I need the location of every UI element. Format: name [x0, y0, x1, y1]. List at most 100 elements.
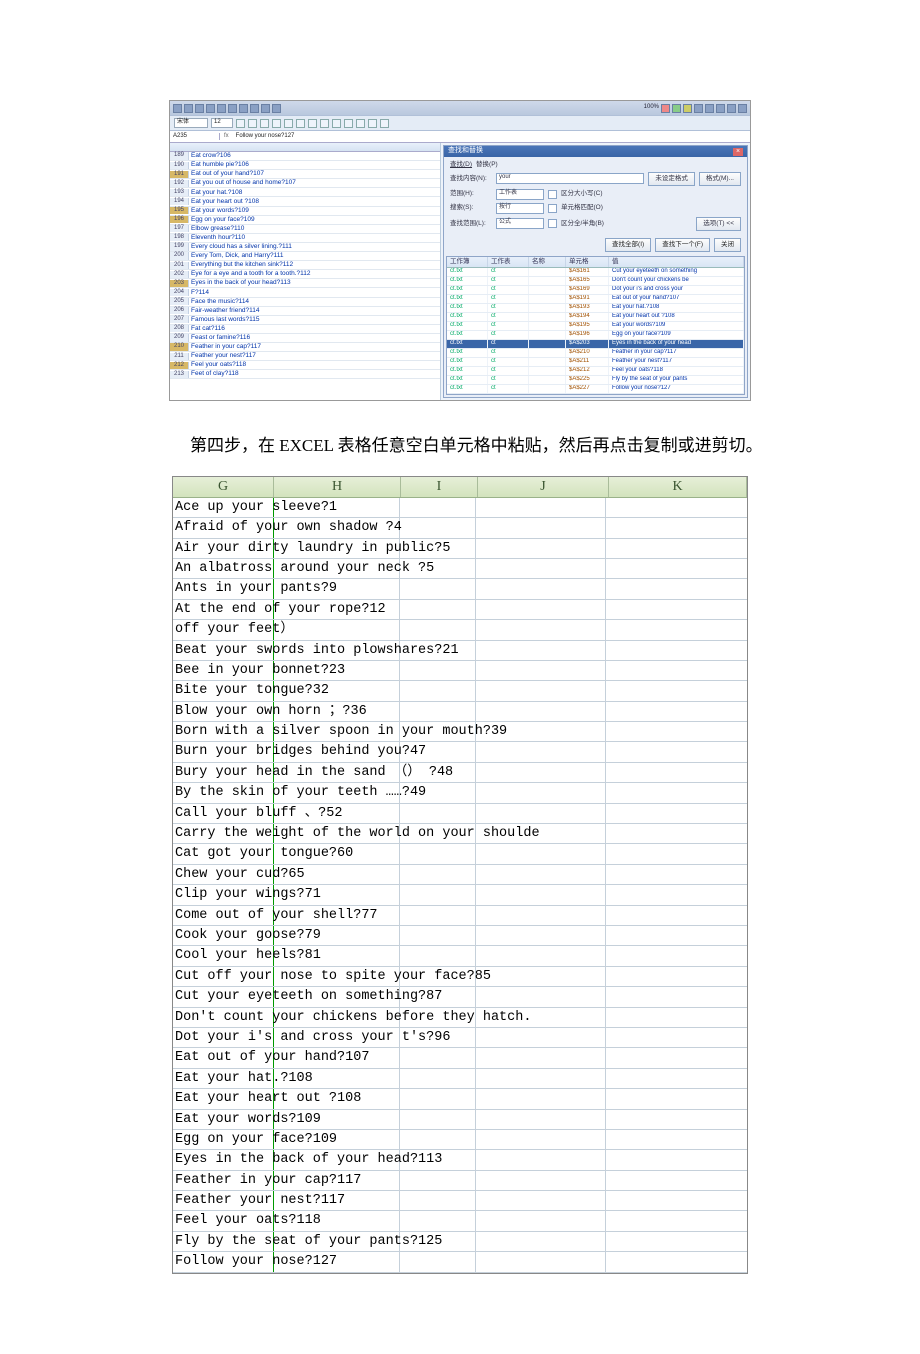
results-row[interactable]: ct.txtct$A$196Egg on your face?109 [447, 331, 744, 340]
grid-row[interactable]: Chew your cud?65 [173, 865, 747, 885]
sheet-row[interactable]: 194Eat your heart out ?108 [170, 197, 440, 206]
results-row[interactable]: ct.txtct$A$161Cut your eyeteeth on somet… [447, 268, 744, 277]
toolbar-icon[interactable] [672, 104, 681, 113]
grid-row[interactable]: An albatross around your neck ?5 [173, 559, 747, 579]
grid-row[interactable]: Don't count your chickens before they ha… [173, 1008, 747, 1028]
results-row[interactable]: ct.txtct$A$227Follow your nose?127 [447, 385, 744, 394]
grid-row[interactable]: Eat your hat.?108 [173, 1069, 747, 1089]
bold-button[interactable] [236, 119, 245, 128]
sheet-row[interactable]: 204F?114 [170, 288, 440, 297]
grid-row[interactable]: Afraid of your own shadow ?4 [173, 518, 747, 538]
underline-button[interactable] [260, 119, 269, 128]
format-button[interactable] [356, 119, 365, 128]
grid-row[interactable]: Bury your head in the sand （） ?48 [173, 763, 747, 783]
grid-row[interactable]: Cool your heels?81 [173, 946, 747, 966]
results-row[interactable]: ct.txtct$A$225Fly by the seat of your pa… [447, 376, 744, 385]
grid-row[interactable]: Beat your swords into plowshares?21 [173, 641, 747, 661]
options-button[interactable]: 选项(T) << [696, 217, 741, 231]
close-icon[interactable]: × [733, 148, 743, 156]
grid-row[interactable]: Blow your own horn ；?36 [173, 702, 747, 722]
grid-row[interactable]: Feather your nest?117 [173, 1191, 747, 1211]
format-button[interactable] [308, 119, 317, 128]
sheet-row[interactable]: 193Eat your hat.?108 [170, 188, 440, 197]
grid-row[interactable]: Eat your heart out ?108 [173, 1089, 747, 1109]
grid-row[interactable]: Ace up your sleeve?1 [173, 498, 747, 518]
toolbar-icon[interactable] [206, 104, 215, 113]
sheet-row[interactable]: 197Elbow grease?110 [170, 225, 440, 234]
results-row[interactable]: ct.txtct$A$194Eat your heart out ?108 [447, 313, 744, 322]
column-header[interactable]: H [274, 477, 401, 497]
tab-replace[interactable]: 替换(P) [476, 161, 498, 169]
grid-row[interactable]: Egg on your face?109 [173, 1130, 747, 1150]
grid-row[interactable]: Eat your words?109 [173, 1110, 747, 1130]
toolbar-icon[interactable] [184, 104, 193, 113]
grid-row[interactable]: Cut off your nose to spite your face?85 [173, 967, 747, 987]
size-select[interactable]: 12 [211, 118, 233, 128]
results-row[interactable]: ct.txtct$A$191Eat out of your hand?107 [447, 295, 744, 304]
results-row[interactable]: ct.txtct$A$169Dot your i's and cross you… [447, 286, 744, 295]
font-select[interactable]: 宋体 [174, 118, 208, 128]
results-row[interactable]: ct.txtct$A$193Eat your hat.?108 [447, 304, 744, 313]
toolbar-icon[interactable] [239, 104, 248, 113]
grid-row[interactable]: Follow your nose?127 [173, 1252, 747, 1272]
toolbar-icon[interactable] [250, 104, 259, 113]
grid-row[interactable]: Call your bluff 、?52 [173, 804, 747, 824]
align-button[interactable] [272, 119, 281, 128]
search-select[interactable]: 按行 [496, 203, 544, 214]
close-button[interactable]: 关闭 [714, 238, 741, 252]
find-next-button[interactable]: 查找下一个(F) [655, 238, 710, 252]
sheet-row[interactable]: 213Feet of clay?118 [170, 370, 440, 379]
format-button[interactable] [344, 119, 353, 128]
find-all-button[interactable]: 查找全部(I) [605, 238, 651, 252]
grid-row[interactable]: Eat out of your hand?107 [173, 1048, 747, 1068]
sheet-row[interactable]: 202Eye for a eye and a tooth for a tooth… [170, 270, 440, 279]
toolbar-icon[interactable] [727, 104, 736, 113]
results-row[interactable]: ct.txtct$A$203Eyes in the back of your h… [447, 340, 744, 349]
format-button[interactable] [368, 119, 377, 128]
fx-icon[interactable]: fx [220, 133, 233, 140]
sheet-row[interactable]: 189Eat crow?106 [170, 152, 440, 161]
format-button[interactable] [320, 119, 329, 128]
sheet-row[interactable]: 199Every cloud has a silver lining.?111 [170, 243, 440, 252]
toolbar-icon[interactable] [195, 104, 204, 113]
column-header[interactable]: I [401, 477, 478, 497]
grid-row[interactable]: Come out of your shell?77 [173, 906, 747, 926]
toolbar-icon[interactable] [716, 104, 725, 113]
toolbar-icon[interactable] [738, 104, 747, 113]
sheet-row[interactable]: 208Fat cat?116 [170, 325, 440, 334]
match-checkbox[interactable] [548, 204, 557, 213]
lookin-select[interactable]: 公式 [496, 218, 544, 229]
find-results-list[interactable]: 工作簿工作表名称单元格值 ct.txtct$A$161Cut your eyet… [446, 256, 745, 395]
sheet-row[interactable]: 203Eyes in the back of your head?113 [170, 279, 440, 288]
case-checkbox[interactable] [548, 190, 557, 199]
grid-row[interactable]: Bee in your bonnet?23 [173, 661, 747, 681]
grid-row[interactable]: By the skin of your teeth ……?49 [173, 783, 747, 803]
results-row[interactable]: ct.txtct$A$211Feather your nest?117 [447, 358, 744, 367]
sheet-row[interactable]: 207Famous last words?115 [170, 316, 440, 325]
format-button[interactable] [380, 119, 389, 128]
sheet-row[interactable]: 190Eat humble pie?106 [170, 161, 440, 170]
toolbar-icon[interactable] [217, 104, 226, 113]
grid-row[interactable]: Born with a silver spoon in your mouth?3… [173, 722, 747, 742]
scope-select[interactable]: 工作表 [496, 189, 544, 200]
toolbar-icon[interactable] [705, 104, 714, 113]
column-header[interactable]: J [478, 477, 609, 497]
results-row[interactable]: ct.txtct$A$165Don't count your chickens … [447, 277, 744, 286]
grid-row[interactable]: Burn your bridges behind you?47 [173, 742, 747, 762]
grid-row[interactable]: Cook your goose?79 [173, 926, 747, 946]
toolbar-icon[interactable] [228, 104, 237, 113]
formula-input[interactable]: Follow your nose?127 [233, 133, 750, 140]
grid-row[interactable]: Feather in your cap?117 [173, 1171, 747, 1191]
grid-row[interactable]: Dot your i's and cross your t's?96 [173, 1028, 747, 1048]
format-button[interactable]: 格式(M)... [699, 172, 741, 186]
toolbar-icon[interactable] [173, 104, 182, 113]
toolbar-icon[interactable] [272, 104, 281, 113]
name-box[interactable]: A235 [170, 133, 220, 140]
format-button[interactable] [332, 119, 341, 128]
grid-row[interactable]: Feel your oats?118 [173, 1211, 747, 1231]
toolbar-icon[interactable] [661, 104, 670, 113]
sheet-row[interactable]: 192Eat you out of house and home?107 [170, 179, 440, 188]
sheet-row[interactable]: 200Every Tom, Dick, and Harry?111 [170, 252, 440, 261]
sheet-row[interactable]: 209Feast or famine?116 [170, 334, 440, 343]
results-row[interactable]: ct.txtct$A$212Feel your oats?118 [447, 367, 744, 376]
